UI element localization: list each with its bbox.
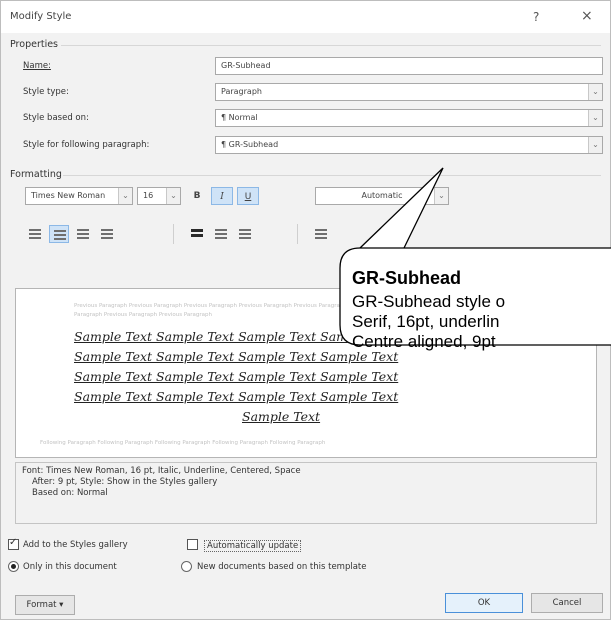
callout-bubble xyxy=(339,167,611,346)
callout-title: GR-Subhead xyxy=(352,268,462,288)
callout-text-line: GR-Subhead style o xyxy=(352,292,506,311)
callout-text-line: Serif, 16pt, underlin xyxy=(352,312,500,331)
callout-text-line: Centre aligned, 9pt xyxy=(352,332,496,351)
